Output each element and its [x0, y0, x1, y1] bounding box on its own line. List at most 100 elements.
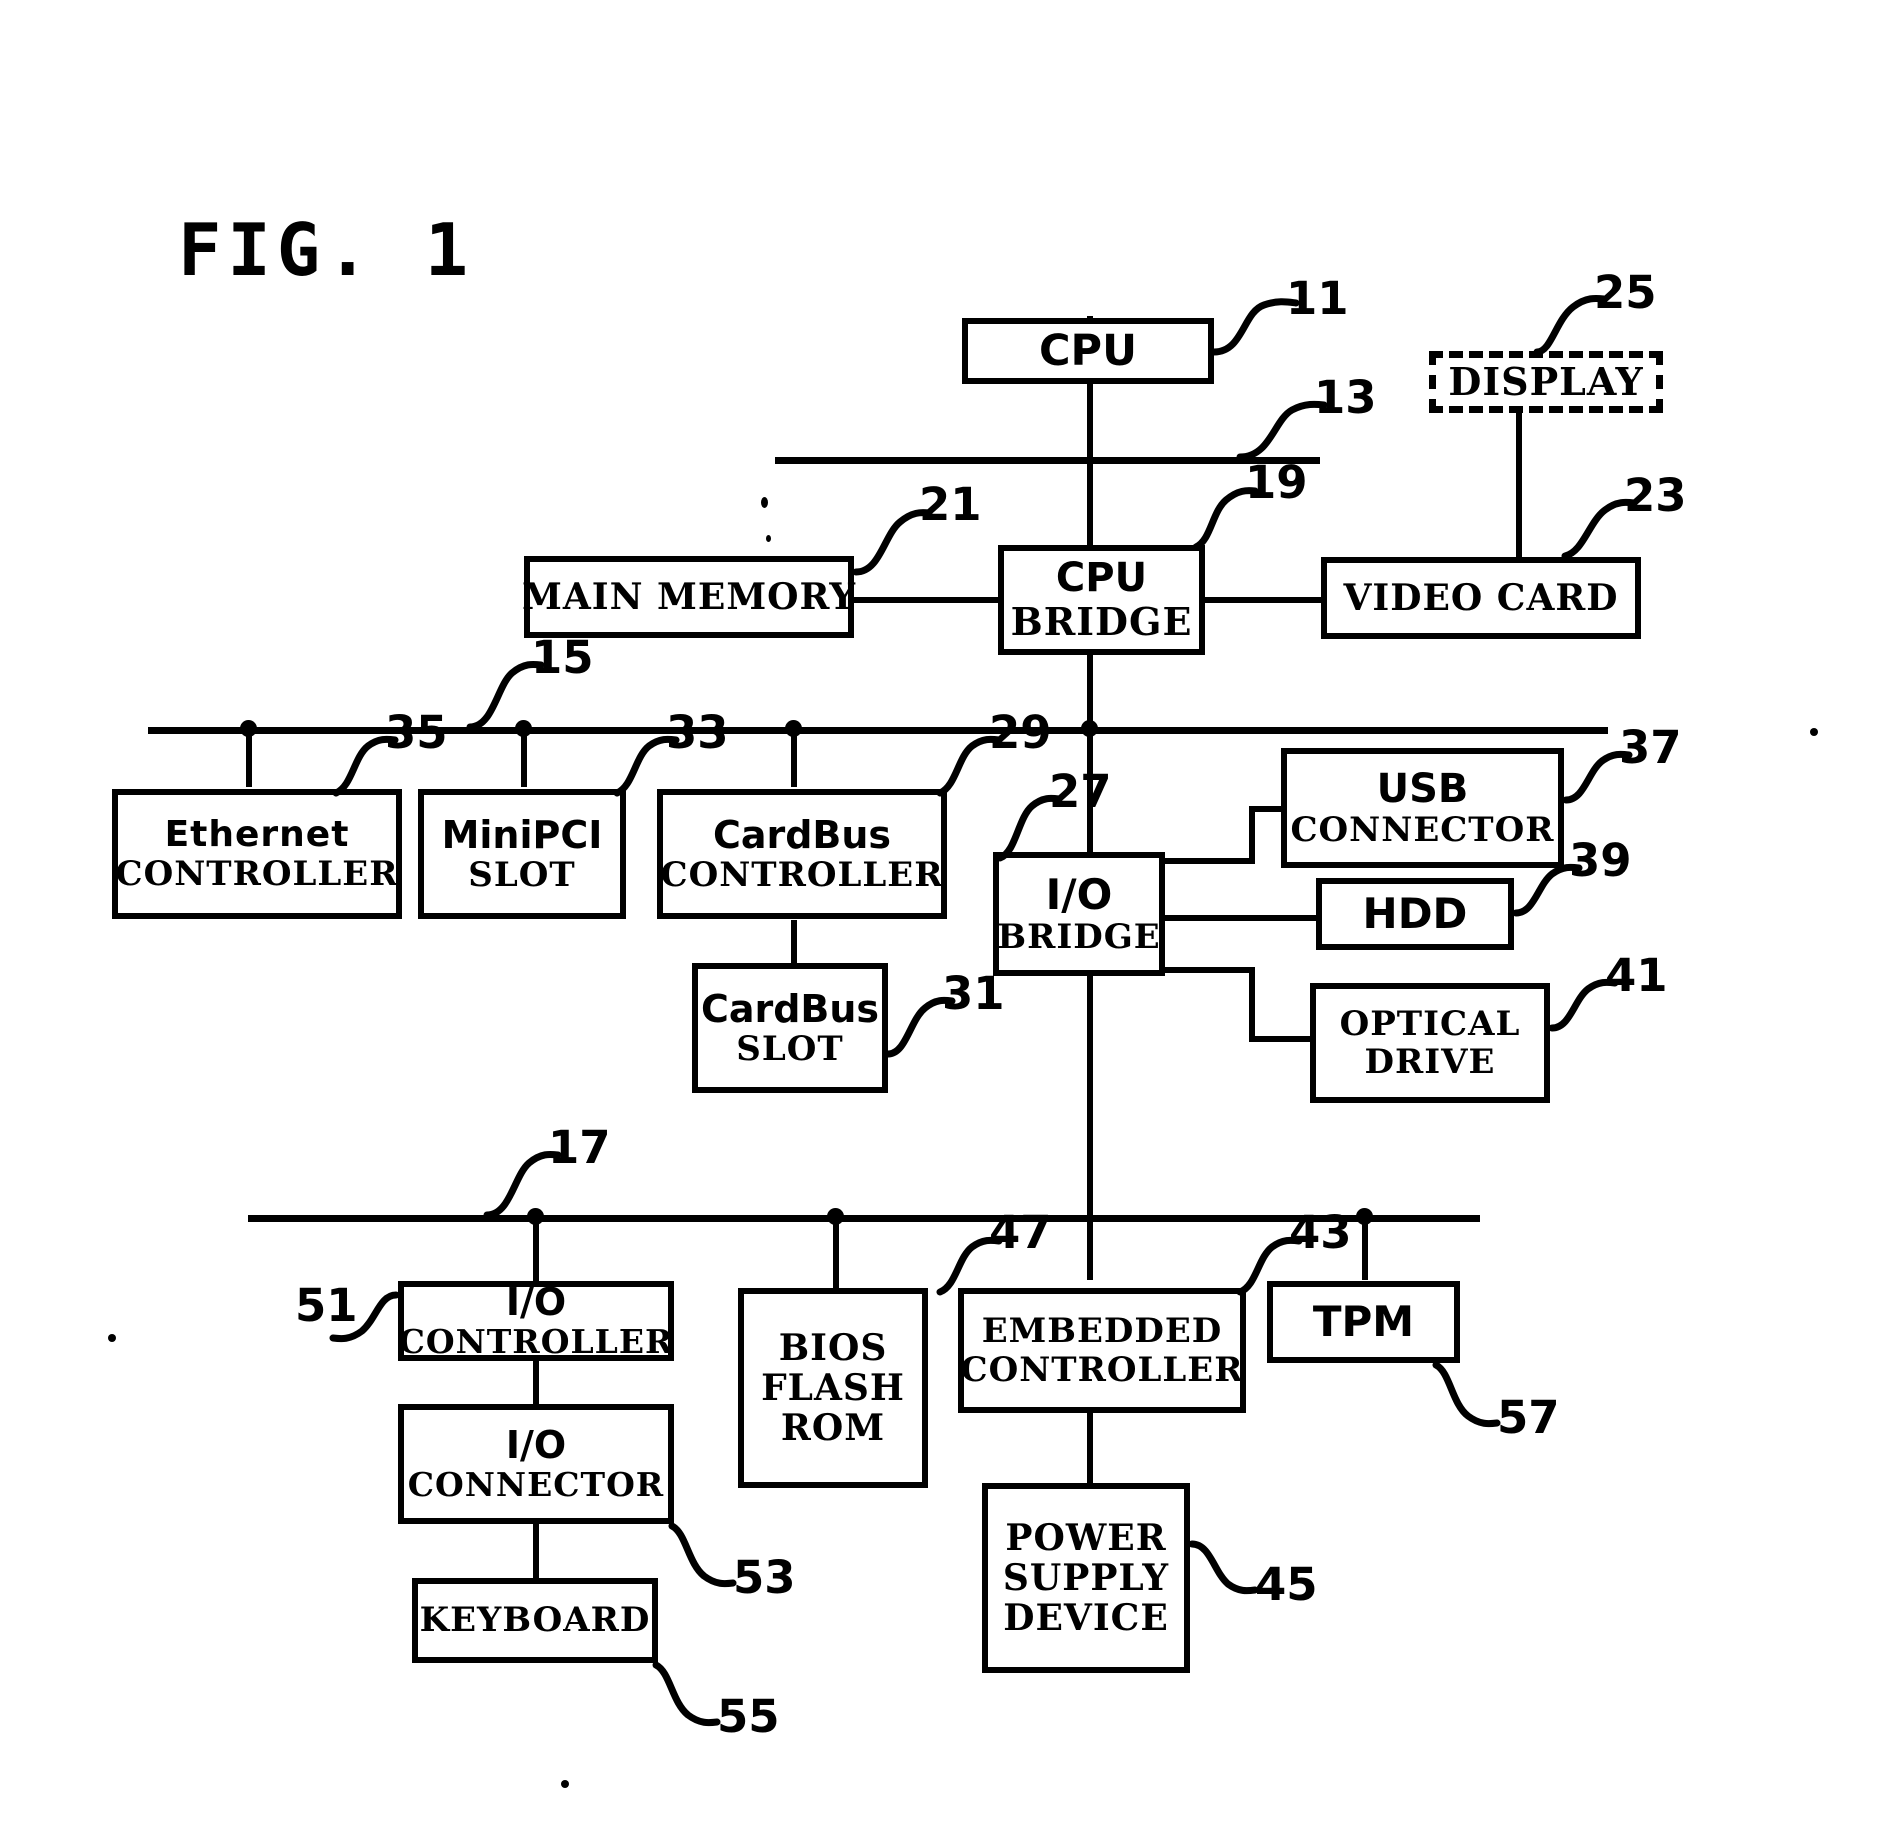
block-bios-flash-rom[interactable]: BIOS FLASH ROM	[738, 1288, 928, 1488]
ref-numeral-37: 37	[1619, 721, 1682, 774]
block-cardbus-controller-line-0: CardBus	[712, 812, 892, 857]
block-display-line-0: DISPLAY	[1448, 358, 1644, 404]
wire-iocontroller-to-ioconnector	[533, 1355, 539, 1405]
wire-iobridge-to-lpcbus	[1087, 975, 1093, 1215]
ref-numeral-47: 47	[989, 1206, 1052, 1259]
figure-title: FIG. 1	[178, 208, 475, 292]
bus-cpu-13	[775, 457, 1320, 464]
scan-speckle	[108, 1334, 116, 1342]
wire-ioconnector-to-keyboard	[533, 1520, 539, 1580]
block-bios-flash-rom-line-2: ROM	[780, 1407, 886, 1450]
ref-numeral-55: 55	[717, 1690, 780, 1743]
block-usb-connector[interactable]: USB CONNECTOR	[1281, 748, 1564, 868]
block-io-bridge-line-0: I/O	[1045, 870, 1113, 920]
scan-speckle	[761, 497, 768, 508]
ref-numeral-57: 57	[1497, 1391, 1560, 1444]
wire-iobridge-usb-seg2	[1249, 806, 1255, 864]
block-cardbus-slot[interactable]: CardBus SLOT	[692, 963, 888, 1093]
block-power-supply-device-line-2: DEVICE	[1003, 1597, 1169, 1640]
bus-junction-dot	[1081, 720, 1098, 737]
wire-lpcbus-to-biosflashrom	[833, 1215, 839, 1290]
bus-junction-dot	[527, 1208, 544, 1225]
block-cardbus-slot-line-0: CardBus	[700, 986, 880, 1031]
block-cardbus-controller[interactable]: CardBus CONTROLLER	[657, 789, 947, 919]
block-cpu[interactable]: CPU	[962, 318, 1214, 384]
block-power-supply-device-line-1: SUPPLY	[1002, 1556, 1170, 1599]
block-cpu-bridge-line-1: BRIDGE	[1010, 599, 1193, 645]
block-tpm-line-0: TPM	[1312, 1297, 1415, 1347]
wire-embeddedcontroller-to-powersupply	[1087, 1410, 1093, 1485]
block-minipci-slot-line-0: MiniPCI	[441, 812, 603, 857]
block-main-memory[interactable]: MAIN MEMORY	[521, 556, 857, 638]
ref-numeral-23: 23	[1624, 469, 1687, 522]
block-embedded-controller[interactable]: EMBEDDED CONTROLLER	[958, 1288, 1246, 1413]
block-minipci-slot[interactable]: MiniPCI SLOT	[418, 789, 626, 919]
block-ethernet-controller-line-1: CONTROLLER	[115, 854, 399, 895]
block-optical-drive[interactable]: OPTICAL DRIVE	[1310, 983, 1550, 1103]
scan-speckle	[561, 1780, 569, 1788]
block-video-card[interactable]: VIDEO CARD	[1321, 557, 1641, 639]
ref-numeral-29: 29	[989, 706, 1052, 759]
block-display[interactable]: DISPLAY	[1429, 351, 1663, 413]
block-ethernet-controller[interactable]: Ethernet CONTROLLER	[112, 789, 402, 919]
leader-13	[1236, 400, 1328, 461]
block-power-supply-device[interactable]: POWER SUPPLY DEVICE	[982, 1483, 1190, 1673]
block-optical-drive-line-1: DRIVE	[1364, 1042, 1496, 1082]
wire-lpcbus-to-embeddedcontroller	[1087, 1215, 1093, 1280]
block-main-memory-line-0: MAIN MEMORY	[521, 575, 857, 618]
wire-iobridge-usb-seg1	[1160, 858, 1255, 864]
wire-cpubridge-to-videocard	[1195, 597, 1330, 603]
ref-numeral-33: 33	[666, 706, 729, 759]
wire-lpcbus-to-iocontroller	[533, 1215, 539, 1285]
leader-11	[1210, 298, 1300, 356]
leader-53	[668, 1522, 737, 1588]
ref-numeral-15: 15	[531, 631, 594, 684]
block-io-bridge[interactable]: I/O BRIDGE	[993, 852, 1165, 976]
wire-display-to-videocard	[1516, 404, 1522, 559]
ref-numeral-17: 17	[548, 1121, 611, 1174]
block-io-connector-line-1: CONNECTOR	[407, 1464, 665, 1504]
block-hdd-line-0: HDD	[1362, 889, 1468, 939]
leader-45	[1188, 1540, 1259, 1595]
ref-numeral-45: 45	[1255, 1558, 1318, 1611]
block-bios-flash-rom-line-1: FLASH	[761, 1366, 905, 1409]
block-ethernet-controller-line-0: Ethernet	[164, 813, 350, 855]
block-usb-connector-line-1: CONNECTOR	[1290, 810, 1555, 851]
block-io-controller-line-1: CONTROLLER	[398, 1321, 674, 1361]
scan-speckle	[766, 535, 771, 542]
block-tpm[interactable]: TPM	[1267, 1281, 1460, 1363]
ref-numeral-43: 43	[1289, 1206, 1352, 1259]
block-cpu-line-0: CPU	[1039, 325, 1137, 376]
block-keyboard[interactable]: KEYBOARD	[412, 1578, 658, 1663]
block-optical-drive-line-0: OPTICAL	[1339, 1003, 1521, 1044]
block-cpu-bridge[interactable]: CPU BRIDGE	[998, 545, 1205, 655]
block-io-connector[interactable]: I/O CONNECTOR	[398, 1404, 674, 1524]
ref-numeral-21: 21	[919, 478, 982, 531]
block-io-controller-line-0: I/O	[505, 1280, 567, 1325]
bus-junction-dot	[240, 720, 257, 737]
block-power-supply-device-line-0: POWER	[1005, 1516, 1167, 1559]
block-bios-flash-rom-line-0: BIOS	[778, 1326, 888, 1369]
patent-figure-sheet: FIG. 1 CPU DISPLAY MAIN MEMORY CPU BRIDG…	[0, 0, 1888, 1828]
ref-numeral-35: 35	[385, 706, 448, 759]
wire-iobridge-optical-seg2	[1249, 967, 1255, 1042]
bus-junction-dot	[827, 1208, 844, 1225]
ref-numeral-51: 51	[295, 1279, 358, 1332]
bus-junction-dot	[1356, 1208, 1373, 1225]
block-io-bridge-line-1: BRIDGE	[997, 917, 1161, 958]
block-cardbus-slot-line-1: SLOT	[736, 1029, 844, 1070]
block-embedded-controller-line-1: CONTROLLER	[960, 1349, 1244, 1390]
wire-cardbusctrl-to-cardbusslot	[791, 920, 797, 965]
bus-pci-15	[148, 727, 1608, 734]
block-minipci-slot-line-1: SLOT	[468, 855, 576, 896]
wire-iobridge-optical-seg1	[1160, 967, 1255, 973]
block-io-controller[interactable]: I/O CONTROLLER	[398, 1281, 674, 1361]
ref-numeral-11: 11	[1286, 272, 1349, 325]
block-cardbus-controller-line-1: CONTROLLER	[660, 855, 944, 896]
ref-numeral-25: 25	[1594, 266, 1657, 319]
leader-55	[652, 1661, 721, 1727]
ref-numeral-31: 31	[942, 967, 1005, 1020]
ref-numeral-41: 41	[1605, 949, 1668, 1002]
block-hdd[interactable]: HDD	[1316, 878, 1514, 950]
ref-numeral-19: 19	[1245, 456, 1308, 509]
